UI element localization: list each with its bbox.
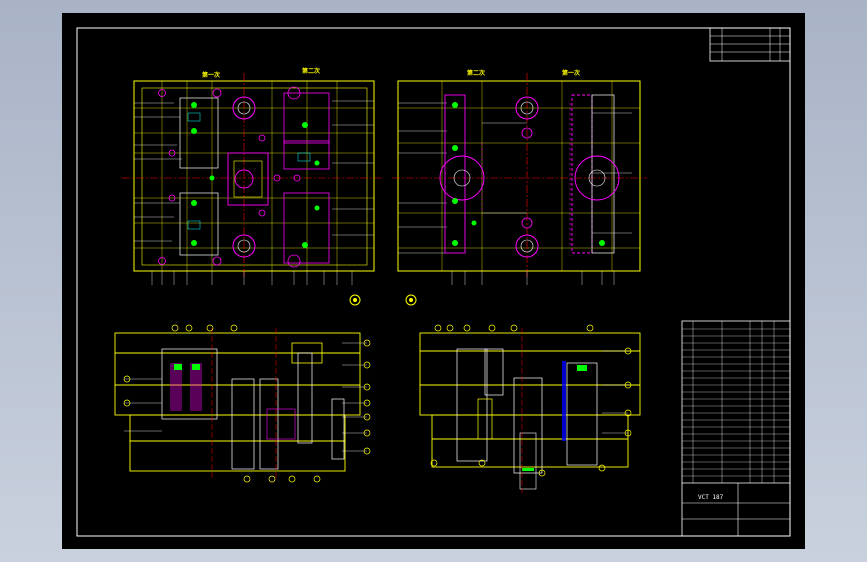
section-view-left: [114, 324, 371, 483]
plan-view-right: 第二次 第一次: [392, 69, 647, 285]
view-label-second: 第二次: [301, 67, 320, 75]
plan-view-left: 第一次 第二次: [122, 67, 382, 285]
rotation-symbol-icon: [349, 294, 361, 306]
cad-viewport[interactable]: 第一次 第二次 第二次 第一次 VCT 187: [62, 13, 805, 549]
mold-drawing: 第一次 第二次 第二次 第一次 VCT 187: [76, 27, 791, 537]
rotation-symbol-icon: [405, 294, 417, 306]
view-label-second: 第二次: [466, 69, 485, 77]
section-view-right: [419, 324, 641, 493]
revision-table: [709, 27, 791, 62]
view-label-first: 第一次: [201, 71, 220, 79]
drawing-number: VCT 187: [698, 494, 724, 501]
title-block: VCT 187: [681, 320, 791, 537]
view-label-first: 第一次: [561, 69, 580, 77]
